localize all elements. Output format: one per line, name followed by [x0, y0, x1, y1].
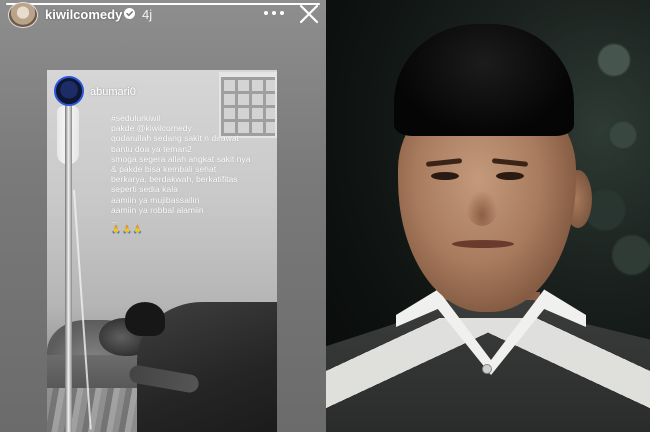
story-viewer[interactable]: kiwilcomedy 4j abumari0 #sedulurkiwil pa…: [0, 0, 326, 432]
shirt-stripe-image: [326, 318, 650, 432]
caption-line: aamiin ya mujibassailin: [111, 194, 200, 205]
caption-line: berkarya, berdakwah, berkatifitas: [111, 174, 238, 185]
caption-line: #sedulurkiwil: [111, 113, 161, 123]
reposted-username[interactable]: abumari0: [90, 86, 136, 98]
story-username[interactable]: kiwilcomedy: [45, 7, 122, 22]
mouth-image: [452, 240, 514, 248]
story-header: kiwilcomedy 4j: [0, 0, 326, 30]
caption-line: seperti sedia kala: [111, 184, 178, 195]
caption-line: aamiin ya robbal alamiin: [111, 204, 204, 215]
story-timestamp: 4j: [142, 7, 153, 22]
praying-hands-icon: 🙏🙏🙏: [111, 225, 144, 235]
reposted-caption: #sedulurkiwil pakde @kiwilcomedy qodarul…: [111, 113, 276, 235]
caption-line: smoga segera allah angkat sakit nya: [111, 153, 251, 164]
shirt-button-image: [482, 364, 492, 374]
eye-right: [496, 172, 524, 180]
avatar[interactable]: [8, 2, 38, 28]
reposted-avatar[interactable]: [54, 76, 84, 106]
caption-line: pakde @kiwilcomedy: [111, 123, 192, 134]
caption-line: qodarullah sedang sakit n dirawat: [111, 133, 240, 144]
nose-image: [466, 190, 498, 226]
portrait-photo: [326, 0, 650, 432]
patient-cap-image: [125, 302, 165, 336]
iv-pole-image: [65, 100, 72, 432]
caption-line: bantu doa ya teman2: [111, 143, 192, 154]
close-icon[interactable]: [298, 3, 320, 25]
caption-line: ...: [111, 215, 119, 226]
peci-cap-image: [394, 24, 574, 136]
more-options-icon[interactable]: [264, 4, 284, 22]
reposted-story-card[interactable]: abumari0 #sedulurkiwil pakde @kiwilcomed…: [47, 70, 277, 432]
caption-line: & pakde bisa kembali sehat: [111, 164, 217, 175]
eye-left: [431, 172, 459, 180]
verified-badge-icon: [124, 8, 135, 19]
